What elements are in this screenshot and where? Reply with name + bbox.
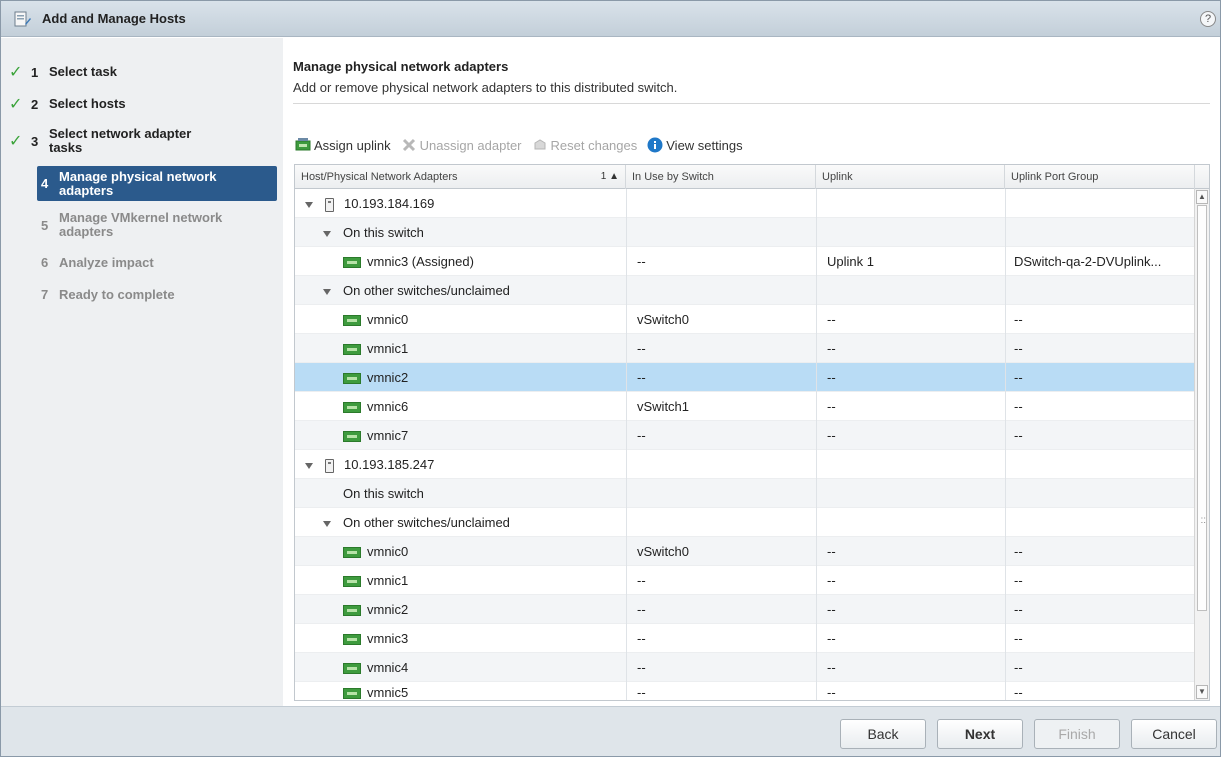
network-adapter-icon bbox=[343, 257, 361, 269]
network-adapter-icon bbox=[343, 634, 361, 646]
table-row-selected[interactable]: vmnic2 -- -- -- bbox=[295, 363, 1195, 392]
host-icon bbox=[325, 458, 334, 473]
collapse-arrow-icon[interactable] bbox=[305, 462, 313, 469]
unassign-icon bbox=[401, 137, 417, 153]
table-row[interactable]: vmnic3 (Assigned) -- Uplink 1 DSwitch-qa… bbox=[295, 247, 1195, 276]
step-manage-vmkernel-network-adapters: 5 Manage VMkernel network adapters bbox=[41, 210, 223, 239]
back-button[interactable]: Back bbox=[840, 719, 926, 749]
network-adapter-icon bbox=[343, 373, 361, 385]
wizard-icon bbox=[14, 10, 32, 28]
step-select-hosts[interactable]: ✓ 2 Select hosts bbox=[9, 94, 279, 114]
network-adapter-icon bbox=[343, 344, 361, 356]
sort-ascending-icon: 1 ▲ bbox=[600, 171, 619, 182]
network-adapter-icon bbox=[343, 547, 361, 559]
column-host-adapters[interactable]: Host/Physical Network Adapters 1 ▲ bbox=[295, 165, 626, 189]
cancel-button[interactable]: Cancel bbox=[1131, 719, 1217, 749]
table-row[interactable]: vmnic6 vSwitch1 -- -- bbox=[295, 392, 1195, 421]
network-adapter-icon bbox=[343, 605, 361, 617]
table-row[interactable]: vmnic1 -- -- -- bbox=[295, 566, 1195, 595]
reset-icon bbox=[532, 137, 548, 153]
check-icon: ✓ bbox=[9, 96, 23, 113]
physical-adapters-grid: Host/Physical Network Adapters 1 ▲ In Us… bbox=[294, 164, 1210, 701]
step-select-task[interactable]: ✓ 1 Select task bbox=[9, 62, 279, 82]
scroll-up-icon[interactable]: ▲ bbox=[1196, 190, 1208, 204]
table-row[interactable]: vmnic4 -- -- -- bbox=[295, 653, 1195, 682]
collapse-arrow-icon[interactable] bbox=[323, 520, 331, 527]
assign-uplink-button[interactable]: Assign uplink bbox=[295, 137, 391, 153]
network-adapter-icon bbox=[343, 315, 361, 327]
host-icon bbox=[325, 197, 334, 212]
grid-header: Host/Physical Network Adapters 1 ▲ In Us… bbox=[295, 165, 1209, 189]
unassign-adapter-button[interactable]: Unassign adapter bbox=[401, 137, 522, 153]
page-title: Manage physical network adapters bbox=[293, 59, 509, 74]
check-icon: ✓ bbox=[9, 133, 23, 150]
step-ready-to-complete: 7 Ready to complete bbox=[41, 286, 175, 302]
table-row[interactable]: On this switch bbox=[295, 218, 1195, 247]
header-divider bbox=[293, 103, 1210, 104]
table-row[interactable]: vmnic5 -- -- -- bbox=[295, 682, 1195, 700]
check-icon: ✓ bbox=[9, 64, 23, 81]
page-subtitle: Add or remove physical network adapters … bbox=[293, 80, 678, 95]
wizard-footer: Back Next Finish Cancel bbox=[1, 706, 1220, 756]
column-uplink-port-group[interactable]: Uplink Port Group bbox=[1005, 165, 1195, 189]
table-row[interactable]: 10.193.185.247 bbox=[295, 450, 1195, 479]
scroll-down-icon[interactable]: ▼ bbox=[1196, 685, 1208, 699]
table-row[interactable]: On other switches/unclaimed bbox=[295, 276, 1195, 305]
next-button[interactable]: Next bbox=[937, 719, 1023, 749]
table-row[interactable]: vmnic1 -- -- -- bbox=[295, 334, 1195, 363]
table-row[interactable]: vmnic0 vSwitch0 -- -- bbox=[295, 305, 1195, 334]
reset-changes-button[interactable]: Reset changes bbox=[532, 137, 637, 153]
table-row[interactable]: vmnic7 -- -- -- bbox=[295, 421, 1195, 450]
column-in-use-by-switch[interactable]: In Use by Switch bbox=[626, 165, 816, 189]
help-icon[interactable]: ? bbox=[1200, 11, 1216, 27]
collapse-arrow-icon[interactable] bbox=[323, 230, 331, 237]
column-uplink[interactable]: Uplink bbox=[816, 165, 1005, 189]
table-row[interactable]: vmnic3 -- -- -- bbox=[295, 624, 1195, 653]
table-row[interactable]: vmnic2 -- -- -- bbox=[295, 595, 1195, 624]
step-manage-physical-network-adapters[interactable]: 4 Manage physical network adapters bbox=[37, 166, 277, 201]
view-settings-button[interactable]: View settings bbox=[647, 137, 743, 153]
column-resize-grip-icon[interactable]: :: bbox=[1200, 515, 1206, 526]
wizard-content: Manage physical network adapters Add or … bbox=[283, 38, 1220, 706]
collapse-arrow-icon[interactable] bbox=[323, 288, 331, 295]
network-adapter-icon bbox=[343, 576, 361, 588]
grid-scrollbar[interactable]: ▲ ▼ bbox=[1194, 189, 1209, 700]
finish-button[interactable]: Finish bbox=[1034, 719, 1120, 749]
table-row[interactable]: vmnic0 vSwitch0 -- -- bbox=[295, 537, 1195, 566]
title-bar: Add and Manage Hosts ? bbox=[1, 1, 1220, 37]
network-adapter-icon bbox=[343, 402, 361, 414]
adapter-toolbar: Assign uplink Unassign adapter Reset cha… bbox=[295, 135, 753, 155]
info-icon bbox=[647, 137, 663, 153]
wizard-steps-sidebar: ✓ 1 Select task ✓ 2 Select hosts ✓ 3 Sel… bbox=[1, 38, 283, 706]
add-manage-hosts-window: Add and Manage Hosts ? ✓ 1 Select task ✓… bbox=[0, 0, 1221, 757]
table-row[interactable]: On this switch bbox=[295, 479, 1195, 508]
network-adapter-icon bbox=[343, 663, 361, 675]
network-adapter-icon bbox=[343, 431, 361, 443]
step-analyze-impact: 6 Analyze impact bbox=[41, 254, 154, 270]
collapse-arrow-icon[interactable] bbox=[305, 201, 313, 208]
table-row[interactable]: 10.193.184.169 bbox=[295, 189, 1195, 218]
network-adapter-icon bbox=[343, 688, 361, 700]
window-title: Add and Manage Hosts bbox=[42, 11, 186, 26]
table-row[interactable]: On other switches/unclaimed bbox=[295, 508, 1195, 537]
assign-uplink-icon bbox=[295, 137, 311, 153]
scrollbar-thumb[interactable] bbox=[1197, 205, 1207, 611]
step-select-network-adapter-tasks[interactable]: ✓ 3 Select network adapter tasks bbox=[9, 125, 279, 157]
